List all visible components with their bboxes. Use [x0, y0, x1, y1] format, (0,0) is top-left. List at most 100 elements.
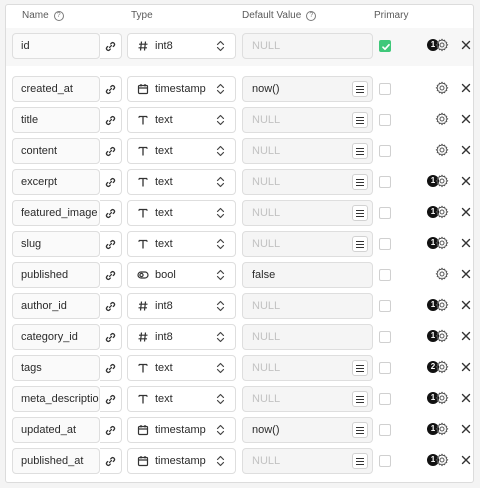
- column-name-input[interactable]: updated_at: [12, 417, 100, 443]
- primary-key-checkbox[interactable]: [379, 455, 391, 467]
- default-value-menu-button[interactable]: [352, 422, 368, 438]
- primary-key-checkbox[interactable]: [379, 393, 391, 405]
- close-icon[interactable]: [461, 455, 471, 468]
- default-value-input[interactable]: now(): [242, 417, 373, 443]
- column-type-select[interactable]: text: [127, 355, 236, 381]
- column-name-input[interactable]: published_at: [12, 448, 100, 474]
- primary-key-checkbox[interactable]: [379, 114, 391, 126]
- close-icon[interactable]: [461, 331, 471, 344]
- foreign-key-button[interactable]: [100, 231, 122, 257]
- gear-icon[interactable]: [435, 422, 449, 439]
- default-value-menu-button[interactable]: [352, 143, 368, 159]
- close-icon[interactable]: [461, 176, 471, 189]
- close-icon[interactable]: [461, 424, 471, 437]
- default-value-input[interactable]: NULL: [242, 293, 373, 319]
- default-value-input[interactable]: NULL: [242, 138, 373, 164]
- foreign-key-button[interactable]: [100, 107, 122, 133]
- default-value-input[interactable]: NULL: [242, 169, 373, 195]
- column-type-select[interactable]: int8: [127, 33, 236, 59]
- column-name-input[interactable]: tags: [12, 355, 100, 381]
- default-value-menu-button[interactable]: [352, 81, 368, 97]
- column-name-input[interactable]: category_id: [12, 324, 100, 350]
- primary-key-checkbox[interactable]: [379, 40, 391, 52]
- gear-icon[interactable]: [435, 360, 449, 377]
- close-icon[interactable]: [461, 238, 471, 251]
- column-name-input[interactable]: excerpt: [12, 169, 100, 195]
- gear-icon[interactable]: [435, 453, 449, 470]
- foreign-key-button[interactable]: [100, 324, 122, 350]
- default-value-input[interactable]: NULL: [242, 200, 373, 226]
- default-value-input[interactable]: NULL: [242, 231, 373, 257]
- column-name-input[interactable]: content: [12, 138, 100, 164]
- column-type-select[interactable]: bool: [127, 262, 236, 288]
- column-name-input[interactable]: title: [12, 107, 100, 133]
- foreign-key-button[interactable]: [100, 293, 122, 319]
- primary-key-checkbox[interactable]: [379, 362, 391, 374]
- close-icon[interactable]: [461, 40, 471, 53]
- default-value-input[interactable]: NULL: [242, 386, 373, 412]
- column-name-input[interactable]: slug: [12, 231, 100, 257]
- column-type-select[interactable]: text: [127, 169, 236, 195]
- column-type-select[interactable]: timestamp: [127, 417, 236, 443]
- close-icon[interactable]: [461, 83, 471, 96]
- foreign-key-button[interactable]: [100, 417, 122, 443]
- primary-key-checkbox[interactable]: [379, 176, 391, 188]
- foreign-key-button[interactable]: [100, 355, 122, 381]
- column-type-select[interactable]: text: [127, 386, 236, 412]
- gear-icon[interactable]: [435, 298, 449, 315]
- column-type-select[interactable]: timestamp: [127, 448, 236, 474]
- foreign-key-button[interactable]: [100, 33, 122, 59]
- column-type-select[interactable]: int8: [127, 293, 236, 319]
- gear-icon[interactable]: [435, 38, 449, 55]
- column-name-input[interactable]: published: [12, 262, 100, 288]
- gear-icon[interactable]: [435, 205, 449, 222]
- default-value-input[interactable]: now(): [242, 76, 373, 102]
- column-type-select[interactable]: text: [127, 231, 236, 257]
- column-name-input[interactable]: id: [12, 33, 100, 59]
- close-icon[interactable]: [461, 362, 471, 375]
- column-type-select[interactable]: int8: [127, 324, 236, 350]
- gear-icon[interactable]: [435, 267, 449, 284]
- column-name-input[interactable]: created_at: [12, 76, 100, 102]
- primary-key-checkbox[interactable]: [379, 207, 391, 219]
- column-type-select[interactable]: text: [127, 200, 236, 226]
- column-type-select[interactable]: text: [127, 138, 236, 164]
- default-value-menu-button[interactable]: [352, 205, 368, 221]
- primary-key-checkbox[interactable]: [379, 83, 391, 95]
- foreign-key-button[interactable]: [100, 138, 122, 164]
- default-value-menu-button[interactable]: [352, 453, 368, 469]
- primary-key-checkbox[interactable]: [379, 300, 391, 312]
- foreign-key-button[interactable]: [100, 169, 122, 195]
- default-value-menu-button[interactable]: [352, 112, 368, 128]
- gear-icon[interactable]: [435, 174, 449, 191]
- close-icon[interactable]: [461, 114, 471, 127]
- primary-key-checkbox[interactable]: [379, 238, 391, 250]
- primary-key-checkbox[interactable]: [379, 424, 391, 436]
- foreign-key-button[interactable]: [100, 448, 122, 474]
- primary-key-checkbox[interactable]: [379, 145, 391, 157]
- default-value-input[interactable]: NULL: [242, 107, 373, 133]
- close-icon[interactable]: [461, 393, 471, 406]
- foreign-key-button[interactable]: [100, 76, 122, 102]
- default-value-menu-button[interactable]: [352, 391, 368, 407]
- default-value-input[interactable]: NULL: [242, 33, 373, 59]
- default-value-menu-button[interactable]: [352, 360, 368, 376]
- column-type-select[interactable]: timestamp: [127, 76, 236, 102]
- help-icon[interactable]: ?: [306, 10, 317, 21]
- primary-key-checkbox[interactable]: [379, 269, 391, 281]
- column-name-input[interactable]: featured_image: [12, 200, 100, 226]
- gear-icon[interactable]: [435, 236, 449, 253]
- close-icon[interactable]: [461, 300, 471, 313]
- column-type-select[interactable]: text: [127, 107, 236, 133]
- close-icon[interactable]: [461, 269, 471, 282]
- close-icon[interactable]: [461, 207, 471, 220]
- default-value-input[interactable]: NULL: [242, 448, 373, 474]
- default-value-input[interactable]: NULL: [242, 355, 373, 381]
- default-value-input[interactable]: NULL: [242, 324, 373, 350]
- column-name-input[interactable]: meta_description: [12, 386, 100, 412]
- gear-icon[interactable]: [435, 81, 449, 98]
- default-value-menu-button[interactable]: [352, 236, 368, 252]
- column-name-input[interactable]: author_id: [12, 293, 100, 319]
- foreign-key-button[interactable]: [100, 262, 122, 288]
- gear-icon[interactable]: [435, 112, 449, 129]
